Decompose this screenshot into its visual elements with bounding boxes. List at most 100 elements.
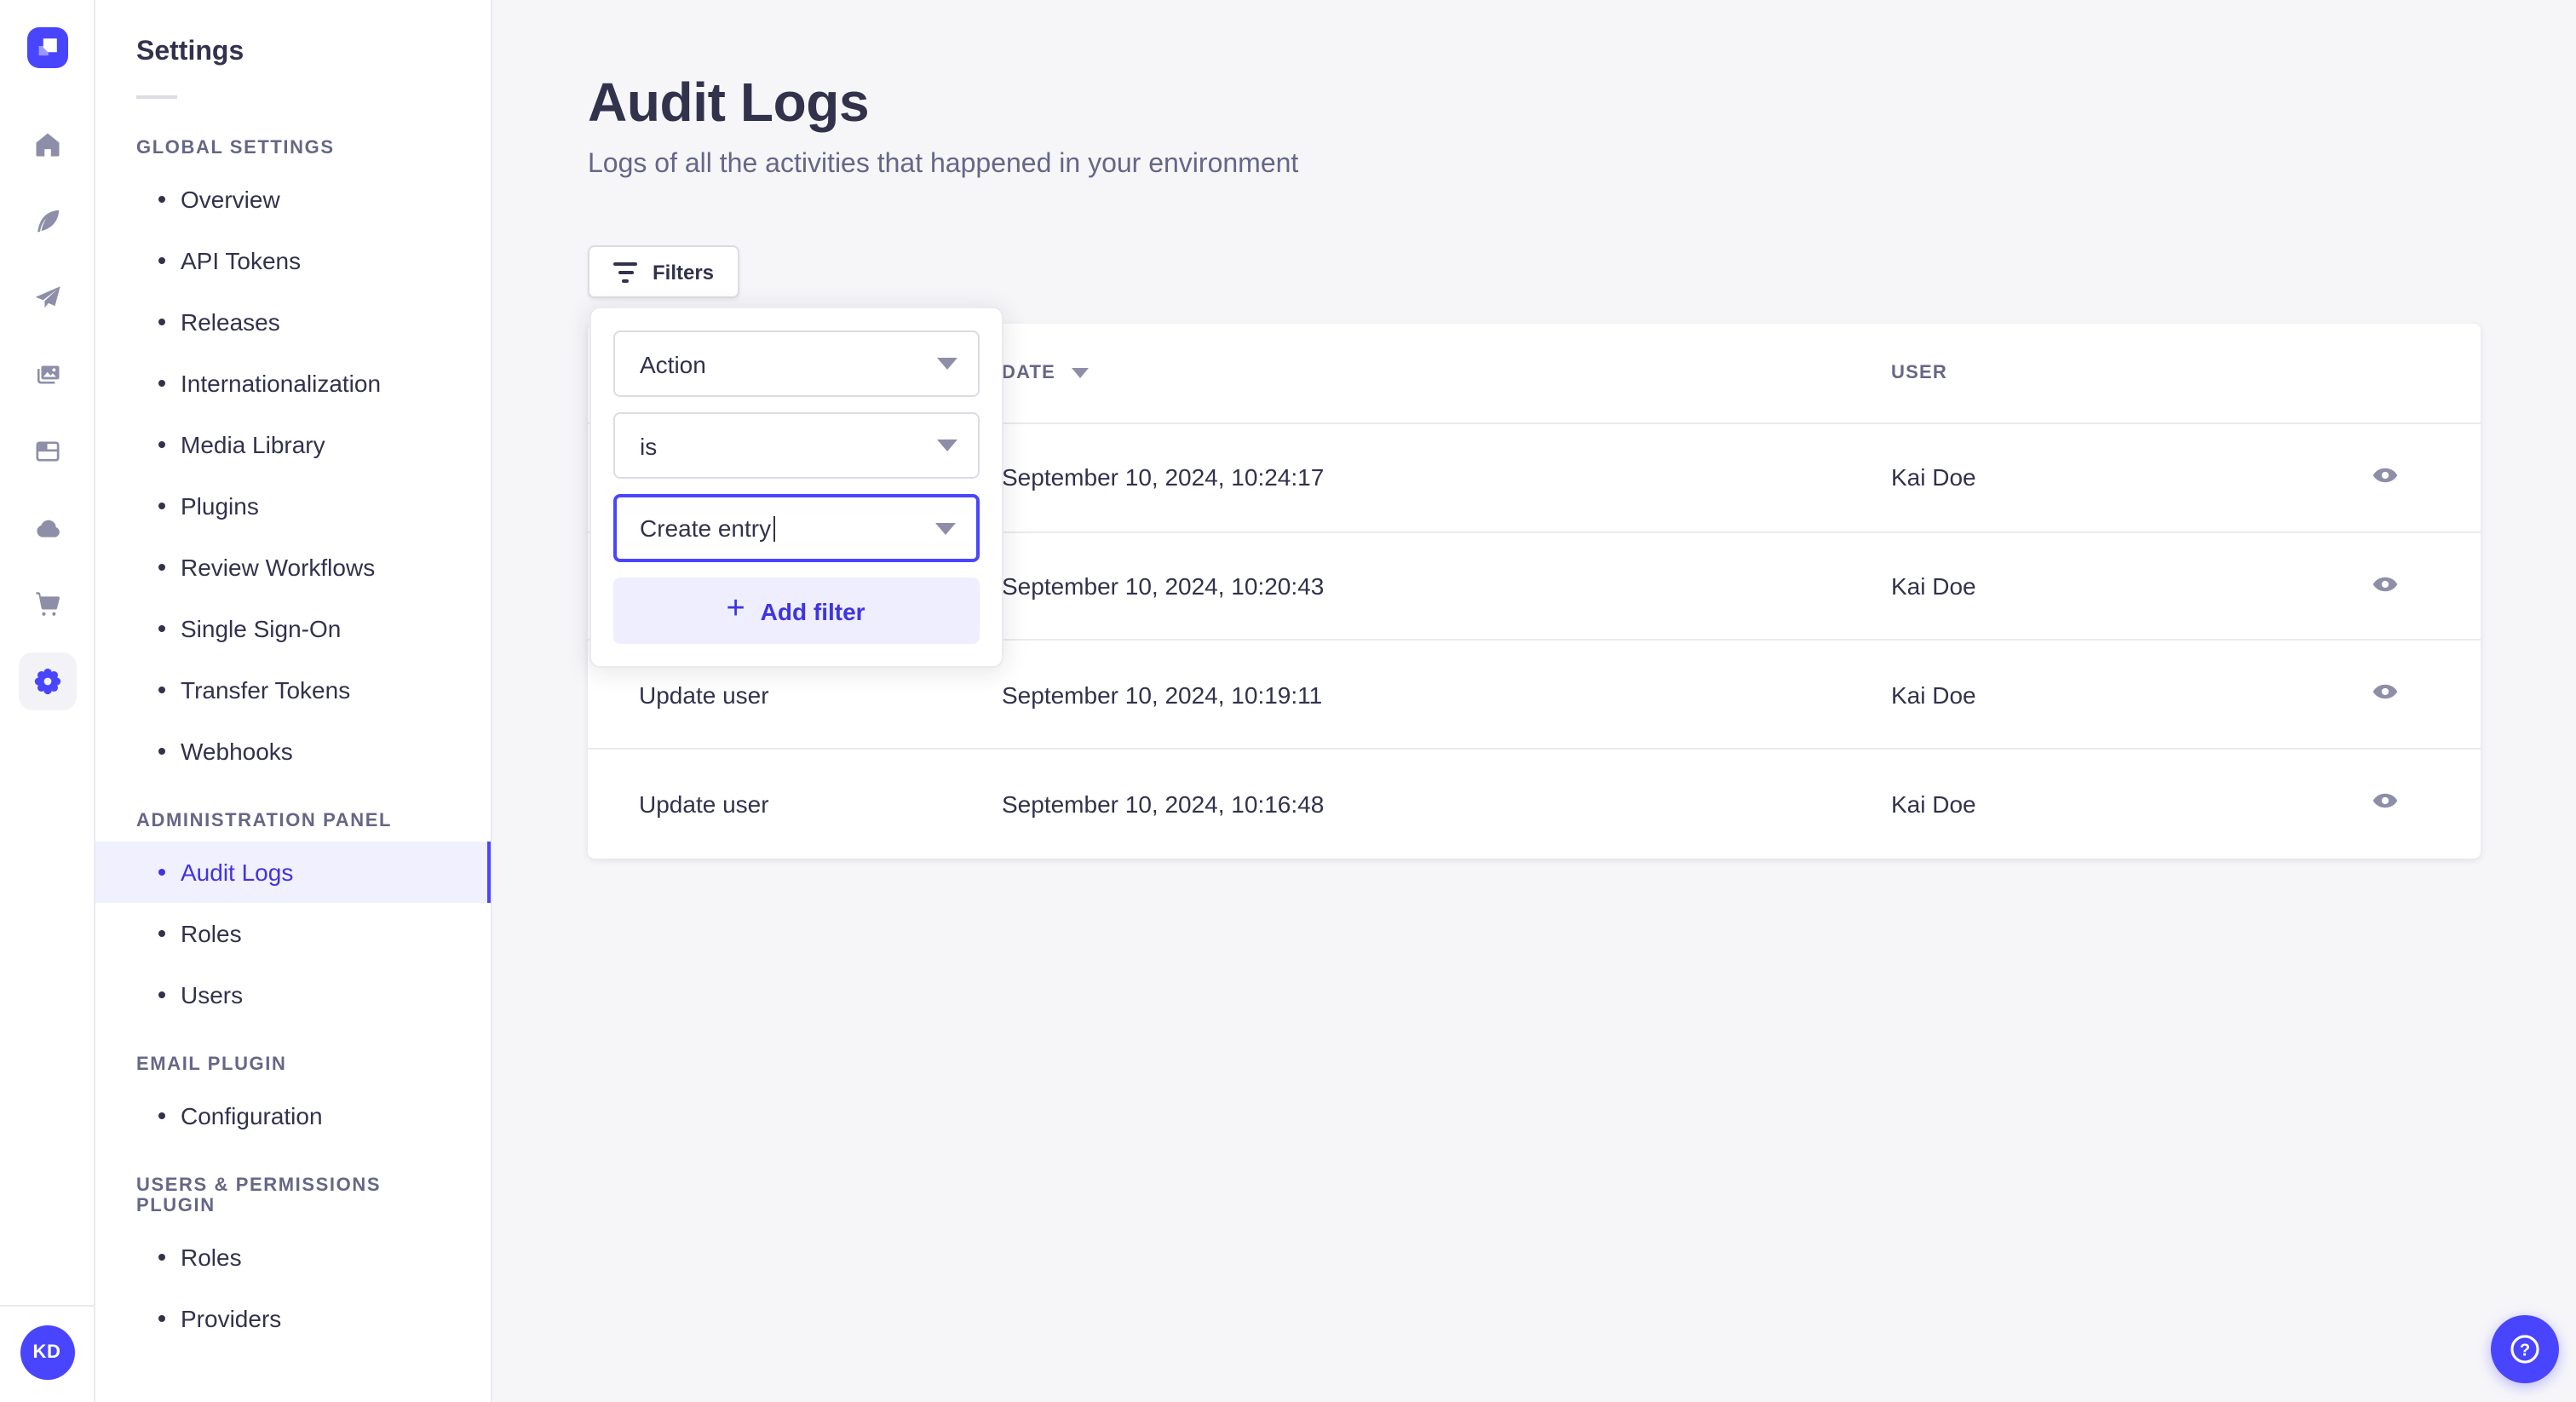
filter-value-select[interactable]: Create entry [612, 494, 979, 562]
settings-gear-icon[interactable] [18, 652, 76, 710]
view-details-button[interactable] [2368, 566, 2402, 606]
main-nav-rail: KD [0, 0, 95, 1402]
cell-date: September 10, 2024, 10:19:11 [1002, 681, 1323, 709]
user-avatar[interactable]: KD [20, 1325, 74, 1380]
sidebar-item-label: Media Library [181, 431, 325, 458]
view-details-button[interactable] [2368, 675, 2402, 714]
column-header-date[interactable]: DATE [1002, 363, 1891, 383]
sidebar-item-label: Releases [181, 308, 280, 336]
text-cursor [773, 515, 775, 541]
bullet-icon [158, 930, 165, 937]
sidebar-item-label: Single Sign-On [181, 615, 342, 642]
sidebar-item-label: Webhooks [181, 738, 293, 765]
cloud-icon[interactable] [18, 499, 76, 557]
paper-plane-icon[interactable] [18, 269, 76, 327]
filter-icon [613, 261, 637, 282]
sidebar-item-internationalization[interactable]: Internationalization [95, 353, 491, 414]
cell-details [2355, 784, 2416, 824]
sidebar-item-configuration[interactable]: Configuration [95, 1085, 491, 1146]
sidebar-item-label: API Tokens [181, 247, 302, 274]
strapi-logo-icon [26, 27, 67, 68]
bullet-icon [158, 625, 165, 632]
sidebar-item-roles[interactable]: Roles [95, 903, 491, 964]
cell-details [2355, 458, 2416, 497]
cart-icon[interactable] [18, 576, 76, 634]
nav-section: ADMINISTRATION PANEL Audit Logs Roles Users [95, 811, 491, 1026]
chevron-down-icon [936, 358, 957, 370]
bullet-icon [158, 441, 165, 448]
sidebar-item-label: Providers [181, 1305, 282, 1332]
view-details-button[interactable] [2368, 458, 2402, 497]
sidebar-item-label: Roles [181, 1244, 242, 1271]
sidebar-item-review-workflows[interactable]: Review Workflows [95, 537, 491, 598]
sidebar-item-roles[interactable]: Roles [95, 1227, 491, 1288]
help-button[interactable]: ? [2491, 1315, 2559, 1383]
bullet-icon [158, 1112, 165, 1119]
sidebar-item-api-tokens[interactable]: API Tokens [95, 230, 491, 291]
question-mark-icon: ? [2510, 1335, 2539, 1364]
feather-icon[interactable] [18, 192, 76, 250]
sidebar-item-media-library[interactable]: Media Library [95, 414, 491, 475]
page-title: Audit Logs [588, 72, 870, 133]
bullet-icon [158, 869, 165, 876]
strapi-logo[interactable] [26, 27, 67, 68]
sidebar-item-label: Roles [181, 920, 242, 947]
bullet-icon [158, 748, 165, 755]
nav-section: EMAIL PLUGIN Configuration [95, 1054, 491, 1146]
filter-value-text: Create entry [640, 514, 772, 542]
column-header-user[interactable]: USER [1891, 363, 2355, 383]
sidebar-item-overview[interactable]: Overview [95, 169, 491, 230]
media-library-icon[interactable] [18, 346, 76, 404]
cell-date: September 10, 2024, 10:24:17 [1002, 463, 1325, 491]
bullet-icon [158, 1254, 165, 1261]
filters-button-label: Filters [653, 260, 715, 284]
view-details-button[interactable] [2368, 784, 2402, 824]
bullet-icon [158, 257, 165, 264]
home-icon[interactable] [18, 116, 76, 174]
cell-details [2355, 675, 2416, 714]
sidebar-item-label: Internationalization [181, 370, 382, 397]
bullet-icon [158, 380, 165, 387]
sidebar-item-users[interactable]: Users [95, 964, 491, 1026]
cell-action: Update user [639, 681, 769, 709]
nav-section-label: EMAIL PLUGIN [136, 1054, 287, 1075]
sidebar-item-releases[interactable]: Releases [95, 291, 491, 353]
eye-icon [2372, 570, 2399, 602]
eye-icon [2372, 462, 2399, 494]
layout-icon[interactable] [18, 422, 76, 480]
sidebar-item-audit-logs[interactable]: Audit Logs [95, 842, 491, 903]
main-content: Audit Logs Logs of all the activities th… [494, 0, 2576, 1402]
filters-button[interactable]: Filters [588, 245, 740, 298]
nav-section: USERS & PERMISSIONS PLUGIN Roles Providers [95, 1175, 491, 1349]
sidebar-item-providers[interactable]: Providers [95, 1288, 491, 1349]
filter-field-select[interactable]: Action [612, 330, 979, 397]
bullet-icon [158, 564, 165, 571]
sidebar-item-transfer-tokens[interactable]: Transfer Tokens [95, 659, 491, 721]
cell-date: September 10, 2024, 10:16:48 [1002, 790, 1325, 818]
cell-user: Kai Doe [1891, 463, 1976, 491]
rail-divider [0, 1305, 94, 1307]
eye-icon [2372, 678, 2399, 710]
filter-operator-select[interactable]: is [612, 412, 979, 479]
table-row: Update user September 10, 2024, 10:16:48 K… [588, 750, 2481, 858]
sidebar-item-plugins[interactable]: Plugins [95, 475, 491, 537]
cell-action: Update user [639, 790, 769, 818]
nav-section-label: USERS & PERMISSIONS PLUGIN [136, 1175, 382, 1216]
sidebar-item-label: Users [181, 981, 244, 1008]
nav-section-label: GLOBAL SETTINGS [136, 138, 335, 158]
bullet-icon [158, 991, 165, 998]
sidebar-item-webhooks[interactable]: Webhooks [95, 721, 491, 782]
svg-text:?: ? [2520, 1341, 2530, 1359]
filter-operator-value: is [640, 432, 658, 459]
sidebar-item-single-sign-on[interactable]: Single Sign-On [95, 598, 491, 659]
subnav-header: Settings [95, 0, 491, 99]
bullet-icon [158, 503, 165, 509]
bullet-icon [158, 319, 165, 325]
plus-icon: + [726, 591, 745, 627]
filter-field-value: Action [640, 350, 706, 377]
page-subtitle: Logs of all the activities that happened… [588, 150, 1299, 179]
subnav-title: Settings [136, 37, 244, 66]
add-filter-button[interactable]: + Add filter [612, 577, 979, 644]
sort-desc-icon [1071, 368, 1089, 378]
eye-icon [2372, 788, 2399, 820]
